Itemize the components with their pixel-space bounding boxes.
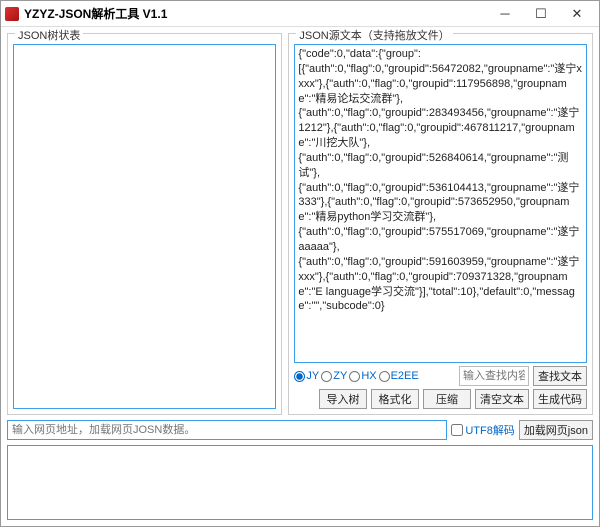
client-area: JSON树状表 JSON源文本（支持拖放文件） JY ZY xyxy=(1,27,599,526)
maximize-button[interactable]: ☐ xyxy=(523,2,559,26)
utf8-checkbox-input[interactable] xyxy=(451,424,463,436)
radio-e2ee[interactable]: E2EE xyxy=(379,370,419,382)
compress-button[interactable]: 压缩 xyxy=(423,389,471,409)
clear-text-button[interactable]: 清空文本 xyxy=(475,389,529,409)
tree-groupbox: JSON树状表 xyxy=(7,33,282,415)
import-tree-button[interactable]: 导入树 xyxy=(319,389,367,409)
find-text-button[interactable]: 查找文本 xyxy=(533,366,587,386)
titlebar: YZYZ-JSON解析工具 V1.1 ─ ☐ ✕ xyxy=(1,1,599,27)
radio-hx-label: HX xyxy=(361,370,376,382)
load-url-button[interactable]: 加载网页json xyxy=(519,420,593,440)
radio-zy-label: ZY xyxy=(333,370,347,382)
utf8-checkbox[interactable]: UTF8解码 xyxy=(451,422,515,438)
radio-e2ee-input[interactable] xyxy=(379,371,390,382)
radio-hx[interactable]: HX xyxy=(349,370,376,382)
button-row: 导入树 格式化 压缩 清空文本 生成代码 xyxy=(294,389,587,409)
top-row: JSON树状表 JSON源文本（支持拖放文件） JY ZY xyxy=(7,33,593,415)
radio-jy[interactable]: JY xyxy=(294,370,319,382)
close-button[interactable]: ✕ xyxy=(559,2,595,26)
radio-hx-input[interactable] xyxy=(349,371,360,382)
radio-e2ee-label: E2EE xyxy=(391,370,419,382)
window-title: YZYZ-JSON解析工具 V1.1 xyxy=(24,5,167,22)
source-title: JSON源文本（支持拖放文件） xyxy=(296,27,452,43)
output-textarea[interactable] xyxy=(7,445,593,520)
minimize-button[interactable]: ─ xyxy=(487,2,523,26)
generate-code-button[interactable]: 生成代码 xyxy=(533,389,587,409)
radio-zy-input[interactable] xyxy=(321,371,332,382)
json-source-textarea[interactable] xyxy=(294,44,587,363)
radio-zy[interactable]: ZY xyxy=(321,370,347,382)
utf8-checkbox-label: UTF8解码 xyxy=(465,422,515,438)
radio-jy-label: JY xyxy=(306,370,319,382)
source-groupbox: JSON源文本（支持拖放文件） JY ZY xyxy=(288,33,593,415)
format-button[interactable]: 格式化 xyxy=(371,389,419,409)
url-input[interactable] xyxy=(7,420,447,440)
search-input[interactable] xyxy=(459,366,529,386)
engine-radio-group: JY ZY HX E2EE xyxy=(294,370,455,382)
json-tree[interactable] xyxy=(13,44,276,409)
radio-row: JY ZY HX E2EE xyxy=(294,366,587,386)
window-controls: ─ ☐ ✕ xyxy=(487,2,595,26)
app-window: YZYZ-JSON解析工具 V1.1 ─ ☐ ✕ JSON树状表 JSON源文本… xyxy=(0,0,600,527)
url-row: UTF8解码 加载网页json xyxy=(7,420,593,440)
radio-jy-input[interactable] xyxy=(294,371,305,382)
tree-title: JSON树状表 xyxy=(15,27,83,43)
app-icon xyxy=(5,7,19,21)
